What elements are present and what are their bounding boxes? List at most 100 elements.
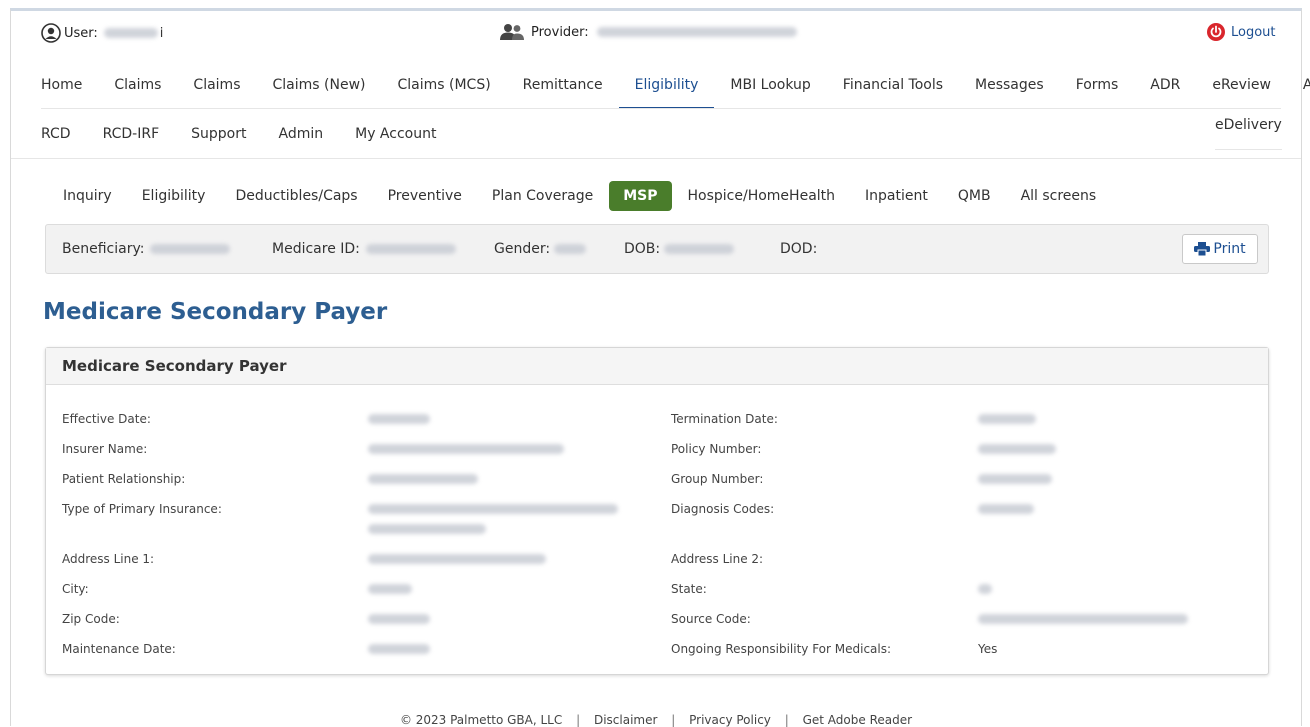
footer-separator: |: [671, 713, 676, 727]
detail-row: Type of Primary Insurance: Diagnosis Cod…: [62, 502, 1262, 542]
nav-mbi-lookup[interactable]: MBI Lookup: [714, 71, 826, 107]
group-number-label: Group Number:: [671, 472, 764, 486]
primary-insurance-type-value-line2-redacted: [368, 524, 486, 534]
detail-row: Zip Code: Source Code:: [62, 612, 1262, 632]
nav-claims-2[interactable]: Claims: [177, 71, 256, 107]
nav-messages[interactable]: Messages: [959, 71, 1060, 107]
beneficiary-bar: Beneficiary: Medicare ID: Gender: DOB: D…: [45, 224, 1269, 274]
insurer-name-value-redacted: [368, 444, 564, 454]
nav-rcd-irf[interactable]: RCD-IRF: [87, 121, 176, 151]
primary-insurance-type-value-redacted: [368, 504, 618, 514]
users-group-icon: [500, 24, 524, 40]
privacy-policy-link[interactable]: Privacy Policy: [689, 713, 771, 727]
tab-hospice-homehealth[interactable]: Hospice/HomeHealth: [674, 181, 850, 211]
nav-aco[interactable]: ACO: [1287, 71, 1310, 107]
panel-title: Medicare Secondary Payer: [46, 348, 1268, 385]
group-number-value-redacted: [978, 474, 1052, 484]
nav-financial-tools[interactable]: Financial Tools: [827, 71, 959, 107]
effective-date-value-redacted: [368, 414, 430, 424]
address-line-1-value-redacted: [368, 554, 546, 564]
logout-label: Logout: [1231, 24, 1276, 40]
logout-button[interactable]: Logout: [1207, 23, 1276, 41]
nav-divider: [41, 108, 1281, 109]
beneficiary-value-redacted: [150, 244, 231, 254]
print-icon: [1194, 242, 1211, 256]
zip-code-label: Zip Code:: [62, 612, 120, 626]
tab-all-screens[interactable]: All screens: [1007, 181, 1111, 211]
beneficiary-label: Beneficiary:: [62, 241, 145, 257]
address-line-2-label: Address Line 2:: [671, 552, 764, 566]
address-line-1-label: Address Line 1:: [62, 552, 155, 566]
primary-insurance-type-label: Type of Primary Insurance:: [62, 502, 222, 516]
dod-field: DOD:: [780, 241, 817, 257]
tab-msp[interactable]: MSP: [609, 181, 672, 211]
beneficiary-field: Beneficiary:: [62, 241, 231, 257]
user-info: User: i: [41, 23, 163, 43]
medicare-id-label: Medicare ID:: [272, 241, 360, 257]
nav-ereview[interactable]: eReview: [1196, 71, 1287, 107]
diagnosis-codes-value-redacted: [978, 504, 1034, 514]
source-code-label: Source Code:: [671, 612, 751, 626]
main-nav: Home Claims Claims Claims (New) Claims (…: [41, 71, 1310, 109]
diagnosis-codes-label: Diagnosis Codes:: [671, 502, 775, 516]
dob-label: DOB:: [624, 241, 661, 257]
dob-value-redacted: [664, 244, 735, 254]
nav-edelivery[interactable]: eDelivery: [1215, 117, 1282, 150]
state-value-redacted: [978, 584, 992, 594]
state-label: State:: [671, 582, 707, 596]
tab-plan-coverage[interactable]: Plan Coverage: [478, 181, 607, 211]
secondary-nav: RCD RCD-IRF Support Admin My Account: [41, 121, 452, 151]
user-label: User:: [64, 25, 98, 41]
user-bar: User: i Provider: Logout: [11, 11, 1301, 51]
detail-row: Patient Relationship: Group Number:: [62, 472, 1262, 492]
medicare-id-field: Medicare ID:: [272, 241, 456, 257]
gender-value-redacted: [554, 244, 587, 254]
app-frame: User: i Provider: Logout Home Claims Cla…: [10, 8, 1310, 727]
patient-relationship-value-redacted: [368, 474, 478, 484]
provider-label: Provider:: [531, 24, 589, 40]
detail-row: Effective Date: Termination Date:: [62, 412, 1262, 432]
print-button[interactable]: Print: [1182, 234, 1258, 264]
power-icon: [1207, 23, 1225, 41]
nav-claims-new[interactable]: Claims (New): [257, 71, 382, 107]
nav-home[interactable]: Home: [41, 71, 98, 107]
nav-my-account[interactable]: My Account: [339, 121, 452, 151]
ongoing-responsibility-label: Ongoing Responsibility For Medicals:: [671, 642, 892, 656]
copyright: © 2023 Palmetto GBA, LLC: [399, 713, 563, 727]
insurer-name-label: Insurer Name:: [62, 442, 148, 456]
nav-claims[interactable]: Claims: [98, 71, 177, 107]
tab-qmb[interactable]: QMB: [944, 181, 1005, 211]
nav-rcd[interactable]: RCD: [41, 121, 87, 151]
msp-panel: Medicare Secondary Payer Effective Date:…: [45, 347, 1269, 675]
disclaimer-link[interactable]: Disclaimer: [594, 713, 657, 727]
tab-inpatient[interactable]: Inpatient: [851, 181, 942, 211]
nav-adr[interactable]: ADR: [1134, 71, 1196, 107]
adobe-reader-link[interactable]: Get Adobe Reader: [803, 713, 912, 727]
nav-admin[interactable]: Admin: [262, 121, 339, 151]
tab-eligibility[interactable]: Eligibility: [128, 181, 220, 211]
maintenance-date-label: Maintenance Date:: [62, 642, 176, 656]
eligibility-subtabs: Inquiry Eligibility Deductibles/Caps Pre…: [49, 181, 1112, 211]
nav-eligibility[interactable]: Eligibility: [618, 71, 715, 109]
user-icon: [41, 23, 61, 43]
user-name-redacted: [103, 28, 158, 38]
detail-row: Maintenance Date: Ongoing Responsibility…: [62, 642, 1262, 662]
dod-label: DOD:: [780, 241, 818, 257]
city-value-redacted: [368, 584, 412, 594]
print-label: Print: [1213, 241, 1246, 257]
policy-number-value-redacted: [978, 444, 1056, 454]
dob-field: DOB:: [624, 241, 735, 257]
tab-preventive[interactable]: Preventive: [374, 181, 476, 211]
footer-separator: |: [576, 713, 581, 727]
nav-remittance[interactable]: Remittance: [507, 71, 619, 107]
tab-inquiry[interactable]: Inquiry: [49, 181, 126, 211]
nav-divider-2: [11, 158, 1301, 159]
nav-support[interactable]: Support: [175, 121, 262, 151]
nav-forms[interactable]: Forms: [1060, 71, 1135, 107]
nav-claims-mcs[interactable]: Claims (MCS): [381, 71, 506, 107]
gender-label: Gender:: [494, 241, 551, 257]
city-label: City:: [62, 582, 89, 596]
tab-deductibles-caps[interactable]: Deductibles/Caps: [221, 181, 371, 211]
zip-code-value-redacted: [368, 614, 430, 624]
footer: © 2023 Palmetto GBA, LLC | Disclaimer | …: [11, 713, 1301, 727]
